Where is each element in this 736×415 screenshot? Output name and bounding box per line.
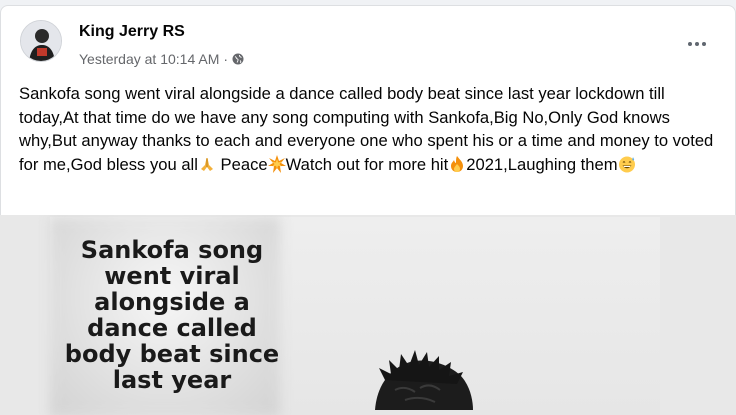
image-overlay-text: Sankofa song went viral alongside a danc… bbox=[64, 236, 280, 394]
collision-emoji bbox=[267, 155, 286, 174]
post-body: Sankofa song went viral alongside a danc… bbox=[19, 82, 719, 177]
avatar[interactable] bbox=[20, 20, 62, 62]
avatar-image bbox=[21, 21, 61, 61]
post-timestamp[interactable]: Yesterday at 10:14 AM bbox=[79, 51, 219, 67]
post-body-tail: 2021,Laughing them bbox=[466, 155, 618, 175]
fire-emoji bbox=[451, 156, 464, 173]
post-body-peace: Peace bbox=[215, 155, 268, 175]
post-body-watch: Watch out for more hit bbox=[285, 155, 449, 175]
pray-emoji bbox=[200, 158, 213, 172]
grinning-sweat-emoji bbox=[618, 156, 635, 173]
author-name[interactable]: King Jerry RS bbox=[79, 23, 185, 41]
post-meta: Yesterday at 10:14 AM · bbox=[79, 51, 244, 67]
globe-icon[interactable] bbox=[232, 53, 244, 65]
post-header: King Jerry RS Yesterday at 10:14 AM · bbox=[1, 6, 735, 78]
meta-separator: · bbox=[223, 51, 229, 67]
more-options-icon[interactable] bbox=[683, 37, 711, 51]
person-hair-graphic bbox=[375, 350, 473, 410]
